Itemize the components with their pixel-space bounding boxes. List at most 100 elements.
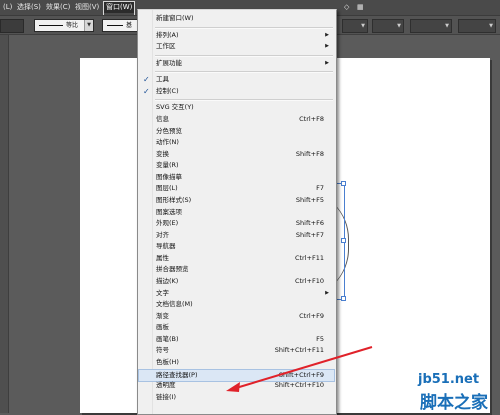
submenu-arrow-icon: ▶: [325, 289, 329, 296]
menu-item-label: 控制(C): [156, 86, 179, 95]
menu-item-12[interactable]: 分色预览: [139, 126, 334, 137]
variable-width-profile-dropdown[interactable]: 等比 ▼: [34, 19, 94, 32]
menu-item-shortcut: Ctrl+F11: [294, 253, 324, 262]
menu-item-layer[interactable]: (L): [1, 2, 14, 13]
menu-item-8[interactable]: ✓ 控制(C): [139, 86, 334, 97]
menu-item-3[interactable]: 工作区 ▶: [139, 41, 334, 52]
menu-item-27[interactable]: 文档信息(M): [139, 299, 334, 310]
menu-item-label: 变换: [156, 149, 169, 158]
menu-item-label: 图案选项: [156, 207, 182, 216]
menu-item-2[interactable]: 排列(A) ▶: [139, 30, 334, 41]
menu-separator: [155, 99, 333, 102]
style-control[interactable]: ▼: [372, 19, 404, 33]
brush-definition-dropdown[interactable]: 基: [102, 19, 140, 32]
menu-item-label: 图形样式(S): [156, 195, 192, 204]
menu-item-25[interactable]: 描边(K) Ctrl+F10: [139, 276, 334, 287]
menu-item-label: 分色预览: [156, 126, 182, 135]
menu-item-label: 透明度: [156, 381, 176, 390]
menu-item-label: 符号: [156, 346, 169, 355]
menu-item-shortcut: Ctrl+F9: [299, 311, 324, 320]
menu-item-19[interactable]: 图案选项: [139, 207, 334, 218]
menu-item-label: 属性: [156, 253, 169, 262]
tools-panel[interactable]: [0, 35, 9, 413]
menu-item-5[interactable]: 扩展功能 ▶: [139, 58, 334, 69]
menu-item-shortcut: Shift+Ctrl+F11: [274, 346, 324, 355]
menu-item-10[interactable]: SVG 交互(Y): [139, 102, 334, 113]
menu-item-select[interactable]: 选择(S): [15, 2, 43, 13]
menu-item-24[interactable]: 拼合器预览: [139, 264, 334, 275]
menu-item-label: 链接(I): [156, 392, 176, 401]
menu-item-label: 工具: [156, 75, 169, 84]
selection-handle[interactable]: [341, 238, 346, 243]
menu-item-29[interactable]: 画板: [139, 322, 334, 333]
arrange-icon[interactable]: ◇: [342, 2, 351, 13]
opacity-control[interactable]: ▼: [342, 19, 368, 33]
window-menu: 新建窗口(W) 排列(A) ▶ 工作区 ▶ 扩展功能 ▶ ✓ 工具 ✓ 控制(C) SVG 交互(Y)…: [137, 9, 337, 415]
menu-item-label: 新建窗口(W): [156, 14, 194, 22]
preferences-control[interactable]: ▼: [458, 19, 496, 33]
menu-item-label: 信息: [156, 114, 169, 123]
menu-item-11[interactable]: 信息 Ctrl+F8: [139, 114, 334, 125]
selection-handle[interactable]: [341, 296, 346, 301]
menu-item-22[interactable]: 导航器: [139, 241, 334, 252]
watermark-url: jb51.net: [418, 372, 480, 387]
watermark-name: 脚本之家: [420, 393, 488, 413]
menu-item-21[interactable]: 对齐 Shift+F7: [139, 230, 334, 241]
chevron-down-icon: ▼: [361, 23, 365, 29]
submenu-arrow-icon: ▶: [325, 59, 329, 66]
menu-item-label: 图像描摹: [156, 172, 182, 181]
menu-item-label: SVG 交互(Y): [156, 103, 194, 112]
menu-item-34[interactable]: 透明度 Shift+Ctrl+F10: [139, 380, 334, 391]
menu-item-label: 画板: [156, 323, 169, 332]
menu-item-26[interactable]: 文字 ▶: [139, 288, 334, 299]
menu-item-shortcut: Shift+F6: [295, 219, 324, 228]
menu-item-label: 文档信息(M): [156, 300, 193, 309]
chevron-down-icon: ▼: [445, 23, 449, 29]
menu-item-18[interactable]: 图形样式(S) Shift+F5: [139, 195, 334, 206]
menu-item-label: 路径查找器(P): [156, 370, 198, 379]
menu-item-label: 图层(L): [156, 184, 178, 193]
menu-item-shortcut: Ctrl+F10: [294, 276, 324, 285]
menu-item-shortcut: F7: [316, 184, 324, 193]
submenu-arrow-icon: ▶: [325, 43, 329, 50]
brush-label: 基: [126, 22, 133, 29]
workspace-icon[interactable]: ▦: [355, 2, 366, 13]
menu-item-label: 画笔(B): [156, 334, 179, 343]
menu-item-28[interactable]: 渐变 Ctrl+F9: [139, 311, 334, 322]
menu-item-17[interactable]: 图层(L) F7: [139, 183, 334, 194]
menu-item-32[interactable]: 色板(H): [139, 357, 334, 368]
submenu-arrow-icon: ▶: [325, 31, 329, 38]
checkmark-icon: ✓: [143, 86, 150, 96]
stroke-weight-box[interactable]: [0, 19, 24, 33]
stroke-preview-line: [39, 25, 63, 26]
menu-item-13[interactable]: 动作(N): [139, 137, 334, 148]
menu-item-shortcut: Ctrl+F8: [299, 114, 324, 123]
menu-separator: [155, 71, 333, 74]
menu-separator: [155, 54, 333, 57]
menu-item-30[interactable]: 画笔(B) F5: [139, 334, 334, 345]
menu-item-view[interactable]: 视图(V): [73, 2, 101, 13]
chevron-down-icon: ▼: [489, 23, 493, 29]
menu-item-7[interactable]: ✓ 工具: [139, 74, 334, 85]
menu-item-15[interactable]: 变量(R): [139, 160, 334, 171]
menu-item-label: 变量(R): [156, 161, 179, 170]
menu-item-16[interactable]: 图像描摹: [139, 172, 334, 183]
menu-item-23[interactable]: 属性 Ctrl+F11: [139, 253, 334, 264]
menu-item-label: 描边(K): [156, 276, 179, 285]
menu-item-35[interactable]: 链接(I): [139, 392, 334, 403]
menu-item-window[interactable]: 窗口(W): [102, 1, 136, 15]
menu-item-14[interactable]: 变换 Shift+F8: [139, 149, 334, 160]
menu-item-effect[interactable]: 效果(C): [44, 2, 72, 13]
profile-label: 等比: [66, 22, 79, 29]
menu-item-31[interactable]: 符号 Shift+Ctrl+F11: [139, 345, 334, 356]
menu-item-shortcut: Shift+F5: [295, 195, 324, 204]
menu-item-0[interactable]: 新建窗口(W): [139, 13, 334, 24]
menu-item-20[interactable]: 外观(E) Shift+F6: [139, 218, 334, 229]
menu-item-label: 拼合器预览: [156, 265, 189, 274]
selection-handle[interactable]: [341, 181, 346, 186]
menu-item-shortcut: Shift+Ctrl+F10: [274, 381, 324, 390]
menu-item-label: 对齐: [156, 230, 169, 239]
chevron-down-icon: ▼: [397, 23, 401, 29]
chevron-down-icon: ▼: [84, 20, 93, 31]
document-setup-control[interactable]: ▼: [410, 19, 452, 33]
